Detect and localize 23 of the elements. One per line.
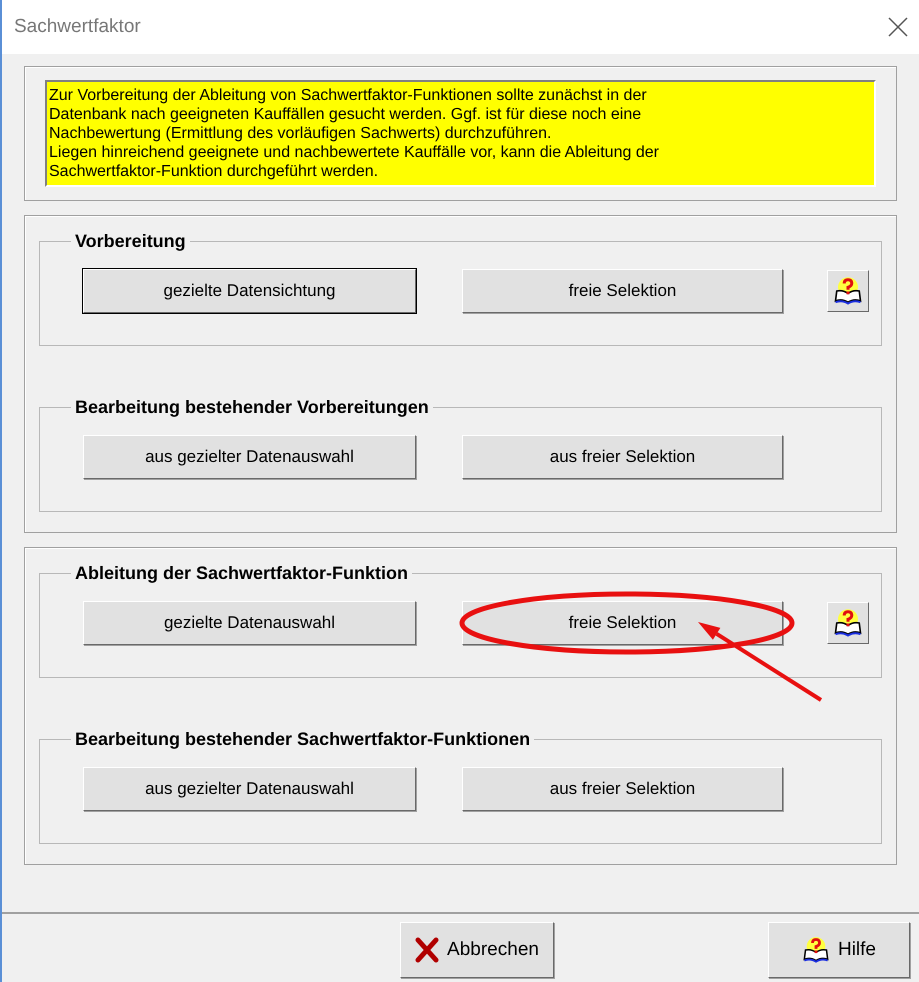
close-icon: [415, 937, 440, 963]
action-button[interactable]: aus freier Selektion: [462, 767, 783, 811]
action-button[interactable]: gezielte Datensichtung: [83, 269, 416, 313]
group-title: Bearbeitung bestehender Vorbereitungen: [74, 396, 430, 419]
help-button[interactable]: [827, 270, 869, 312]
action-button[interactable]: freie Selektion: [462, 601, 783, 645]
help-book-icon: [802, 936, 830, 964]
info-text: Zur Vorbereitung der Ableitung von Sachwertfaktor-Funktionen sollte zunächst in der Datenbank nach geeigneten Kauffällen gesucht werden. Ggf. ist für diese noch eine Nachbewertung (Ermittlung des vorläufigen Sachwerts) durchzuführen. Liegen hinreichend geeignete und nachbewertete Kauffälle vor, kann die Ableitung der Sachwertfaktor-Funktion durchgeführt werden.: [45, 80, 876, 187]
group-title: Ableitung der Sachwertfaktor-Funktion: [74, 562, 410, 585]
close-icon: [888, 17, 908, 37]
help-button[interactable]: Hilfe: [768, 922, 910, 978]
group-title: Vorbereitung: [74, 230, 187, 253]
cancel-button[interactable]: Abbrechen: [400, 922, 554, 978]
action-button[interactable]: aus gezielter Datenauswahl: [83, 767, 416, 811]
group-title: Bearbeitung bestehender Sachwertfaktor-Funktionen: [74, 728, 532, 751]
window-title: Sachwertfaktor: [14, 14, 141, 39]
help-button[interactable]: [827, 602, 869, 644]
action-button[interactable]: gezielte Datenauswahl: [83, 601, 416, 645]
action-button[interactable]: freie Selektion: [462, 269, 783, 313]
action-button[interactable]: aus gezielter Datenauswahl: [83, 435, 416, 479]
help-book-icon: [833, 276, 863, 306]
help-book-icon: [833, 608, 863, 638]
action-button[interactable]: aus freier Selektion: [462, 435, 783, 479]
